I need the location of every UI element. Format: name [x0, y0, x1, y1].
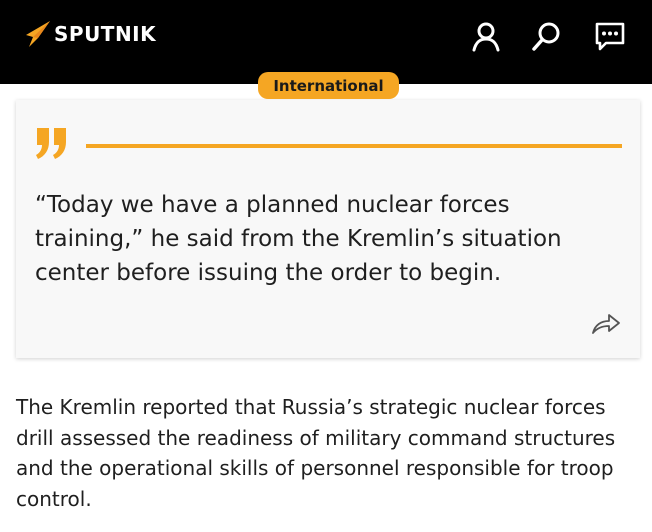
category-tag[interactable]: International	[258, 72, 399, 99]
share-icon[interactable]	[591, 312, 621, 336]
quote-text: “Today we have a planned nuclear forces …	[35, 192, 562, 286]
quote-mark-icon	[36, 128, 66, 159]
user-icon[interactable]	[470, 20, 502, 52]
article-paragraph: The Kremlin reported that Russia’s strat…	[16, 395, 616, 511]
search-icon[interactable]	[531, 20, 563, 52]
quote-divider	[86, 144, 622, 148]
sputnik-logo[interactable]: SPUTNIK	[24, 20, 156, 48]
quote-card: “Today we have a planned nuclear forces …	[16, 100, 640, 358]
brand-name: SPUTNIK	[54, 22, 157, 46]
chat-icon[interactable]	[594, 20, 626, 52]
logo-mark-icon	[26, 21, 50, 47]
